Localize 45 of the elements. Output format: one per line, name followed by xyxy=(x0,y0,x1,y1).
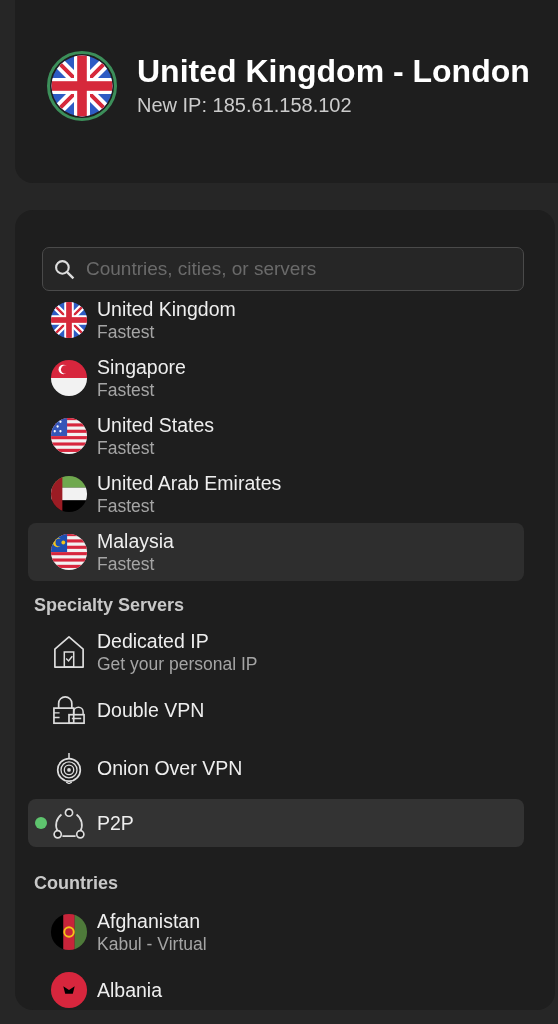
server-title: United Kingdom - London xyxy=(137,52,530,90)
server-subtitle: Kabul - Virtual xyxy=(97,933,207,955)
server-name: Dedicated IP xyxy=(97,629,210,653)
server-subtitle: Fastest xyxy=(97,321,156,343)
specialty-row[interactable]: Onion Over VPN xyxy=(28,741,524,795)
server-name: Onion Over VPN xyxy=(97,756,243,780)
server-row[interactable]: Afghanistan Kabul - Virtual xyxy=(28,903,524,961)
server-subtitle: Get your personal IP xyxy=(97,653,258,675)
server-subtitle: Fastest xyxy=(97,495,156,517)
country-name: United Kingdom xyxy=(97,297,236,321)
server-name: P2P xyxy=(97,811,134,835)
section-heading: Countries xyxy=(34,873,119,895)
server-row[interactable]: Singapore Fastest xyxy=(28,349,524,407)
server-row[interactable]: United States Fastest xyxy=(28,407,524,465)
server-subtitle: Fastest xyxy=(97,437,156,459)
flag-icon xyxy=(50,913,88,951)
flag-icon xyxy=(50,971,88,1009)
search-field[interactable]: Countries, cities, or servers xyxy=(42,247,524,291)
server-row[interactable]: United Arab Emirates Fastest xyxy=(28,465,524,523)
status-dot xyxy=(35,817,47,829)
server-name: Double VPN xyxy=(97,698,205,722)
specialty-row[interactable]: Double VPN xyxy=(28,683,524,737)
server-row[interactable]: Albania xyxy=(28,961,524,1010)
specialty-row[interactable]: Dedicated IP Get your personal IP xyxy=(28,625,524,679)
flag-icon xyxy=(50,475,88,513)
specialty-row[interactable]: P2P xyxy=(28,799,524,847)
ip-address: New IP: 185.61.158.102 xyxy=(137,93,353,117)
section-heading: Specialty Servers xyxy=(34,595,186,617)
padlocks-icon xyxy=(53,694,85,726)
country-name: United Arab Emirates xyxy=(97,471,282,495)
server-subtitle: Fastest xyxy=(97,379,156,401)
server-row[interactable]: Malaysia Fastest xyxy=(28,523,524,581)
flag-icon xyxy=(50,533,88,571)
flag-icon xyxy=(50,301,88,339)
server-row[interactable]: United Kingdom Fastest xyxy=(28,291,524,349)
country-name: United States xyxy=(97,413,215,437)
flag-icon xyxy=(50,417,88,455)
house-icon xyxy=(53,636,85,668)
country-name: Albania xyxy=(97,978,163,1002)
network-icon xyxy=(53,807,85,839)
flag-icon xyxy=(50,359,88,397)
country-name: Malaysia xyxy=(97,529,174,553)
server-subtitle: Fastest xyxy=(97,553,156,575)
country-name: Singapore xyxy=(97,355,186,379)
country-name: Afghanistan xyxy=(97,909,201,933)
